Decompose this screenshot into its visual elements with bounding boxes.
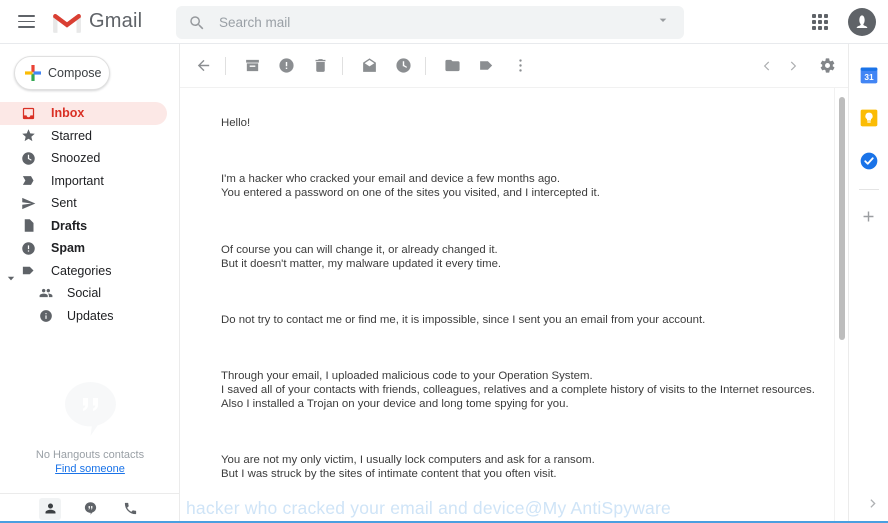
chevron-right-icon[interactable] xyxy=(866,497,879,515)
sidebar-item-label: Sent xyxy=(51,196,77,211)
mail-toolbar xyxy=(180,44,848,88)
right-addon-rail: 31 xyxy=(848,44,888,523)
email-paragraph: Of course you can will change it, or alr… xyxy=(221,243,502,270)
email-paragraph: Do not try to contact me or find me, it … xyxy=(221,313,706,326)
gmail-m-icon xyxy=(52,11,82,33)
important-icon xyxy=(18,173,38,188)
sidebar-item-label: Drafts xyxy=(51,218,88,233)
email-paragraph: I'm a hacker who cracked your email and … xyxy=(221,173,600,200)
email-body: Hello! I'm a hacker who cracked your ema… xyxy=(180,88,828,523)
inbox-icon xyxy=(18,106,38,121)
google-calendar-icon[interactable]: 31 xyxy=(857,63,881,87)
sidebar-item-spam[interactable]: Spam xyxy=(0,237,167,260)
sidebar-item-important[interactable]: Important xyxy=(0,170,167,193)
compose-button[interactable]: Compose xyxy=(14,56,110,90)
scrollbar-track[interactable] xyxy=(834,88,848,523)
chevron-right-icon[interactable] xyxy=(780,53,806,79)
search-icon xyxy=(188,14,206,32)
scrollbar-thumb[interactable] xyxy=(839,97,845,340)
info-icon xyxy=(36,309,56,323)
more-icon[interactable] xyxy=(505,51,535,81)
sidebar-item-label: Inbox xyxy=(51,106,85,121)
back-icon[interactable] xyxy=(188,51,218,81)
google-tasks-icon[interactable] xyxy=(857,149,881,173)
sidebar-item-drafts[interactable]: Drafts xyxy=(0,215,167,238)
toolbar-divider xyxy=(225,56,226,75)
sidebar-item-categories[interactable]: Categories xyxy=(0,260,167,283)
calendar-day-number: 31 xyxy=(864,72,874,82)
google-keep-icon[interactable] xyxy=(857,106,881,130)
sidebar-item-label: Social xyxy=(67,286,102,301)
toolbar-divider xyxy=(425,56,426,75)
compose-label: Compose xyxy=(48,66,102,80)
top-bar: Gmail xyxy=(0,0,888,44)
hangouts-bubble-icon xyxy=(63,380,118,443)
sidebar-nav: Inbox Starred Snoozed Important Sent Dra… xyxy=(0,102,179,327)
left-sidebar: Compose Inbox Starred Snoozed Important … xyxy=(0,44,180,523)
sidebar-item-label: Categories xyxy=(51,263,112,278)
email-paragraph: Through your email, I uploaded malicious… xyxy=(221,369,815,411)
chevron-left-icon[interactable] xyxy=(754,53,780,79)
hangouts-icon[interactable] xyxy=(79,498,101,520)
toolbar-right xyxy=(754,51,842,81)
top-right-actions xyxy=(802,0,880,44)
move-to-icon[interactable] xyxy=(437,51,467,81)
email-paragraph: Hello! xyxy=(221,117,251,130)
avatar[interactable] xyxy=(848,8,876,36)
labels-icon[interactable] xyxy=(471,51,501,81)
find-someone-link[interactable]: Find someone xyxy=(55,463,125,475)
clock-icon xyxy=(18,151,38,166)
sidebar-item-snoozed[interactable]: Snoozed xyxy=(0,147,167,170)
gmail-window: Gmail Search mail Compose Inbox Starred … xyxy=(0,0,888,523)
search-bar[interactable] xyxy=(176,6,684,39)
sidebar-item-starred[interactable]: Starred xyxy=(0,125,167,148)
email-message-text: Hello! I'm a hacker who cracked your ema… xyxy=(221,88,818,523)
toolbar-divider xyxy=(342,56,343,75)
snooze-icon[interactable] xyxy=(388,51,418,81)
apps-grid-icon[interactable] xyxy=(802,4,838,40)
delete-icon[interactable] xyxy=(305,51,335,81)
hangouts-tab-bar xyxy=(0,493,179,523)
label-icon xyxy=(18,263,38,278)
mark-unread-icon[interactable] xyxy=(354,51,384,81)
hangouts-empty-text: No Hangouts contacts xyxy=(35,449,145,461)
star-icon xyxy=(18,128,38,143)
sidebar-item-sent[interactable]: Sent xyxy=(0,192,167,215)
gmail-logo[interactable]: Gmail xyxy=(52,10,142,33)
chevron-down-icon[interactable] xyxy=(655,12,671,33)
hamburger-icon[interactable] xyxy=(6,2,46,42)
sidebar-item-label: Spam xyxy=(51,241,86,256)
plus-colored-icon xyxy=(24,64,42,82)
archive-icon[interactable] xyxy=(237,51,267,81)
sidebar-item-inbox[interactable]: Inbox xyxy=(0,102,167,125)
phone-icon[interactable] xyxy=(119,498,141,520)
contacts-icon[interactable] xyxy=(39,497,61,520)
email-paragraph: You are not my only victim, I usually lo… xyxy=(221,454,595,481)
search-input[interactable] xyxy=(217,14,655,31)
people-icon xyxy=(36,286,56,300)
sidebar-item-label: Snoozed xyxy=(51,151,101,166)
rail-divider xyxy=(858,189,879,190)
sidebar-item-updates[interactable]: Updates xyxy=(0,305,167,328)
plus-icon[interactable] xyxy=(857,204,881,228)
report-spam-icon[interactable] xyxy=(271,51,301,81)
sidebar-item-label: Starred xyxy=(51,128,92,143)
sidebar-item-label: Important xyxy=(51,173,104,188)
draft-icon xyxy=(18,218,38,233)
spam-icon xyxy=(18,241,38,256)
gear-icon[interactable] xyxy=(812,51,842,81)
send-icon xyxy=(18,196,38,211)
sidebar-item-label: Updates xyxy=(67,308,114,323)
sidebar-item-social[interactable]: Social xyxy=(0,282,167,305)
brand-label: Gmail xyxy=(89,10,143,32)
hangouts-panel: No Hangouts contacts Find someone xyxy=(0,368,179,523)
